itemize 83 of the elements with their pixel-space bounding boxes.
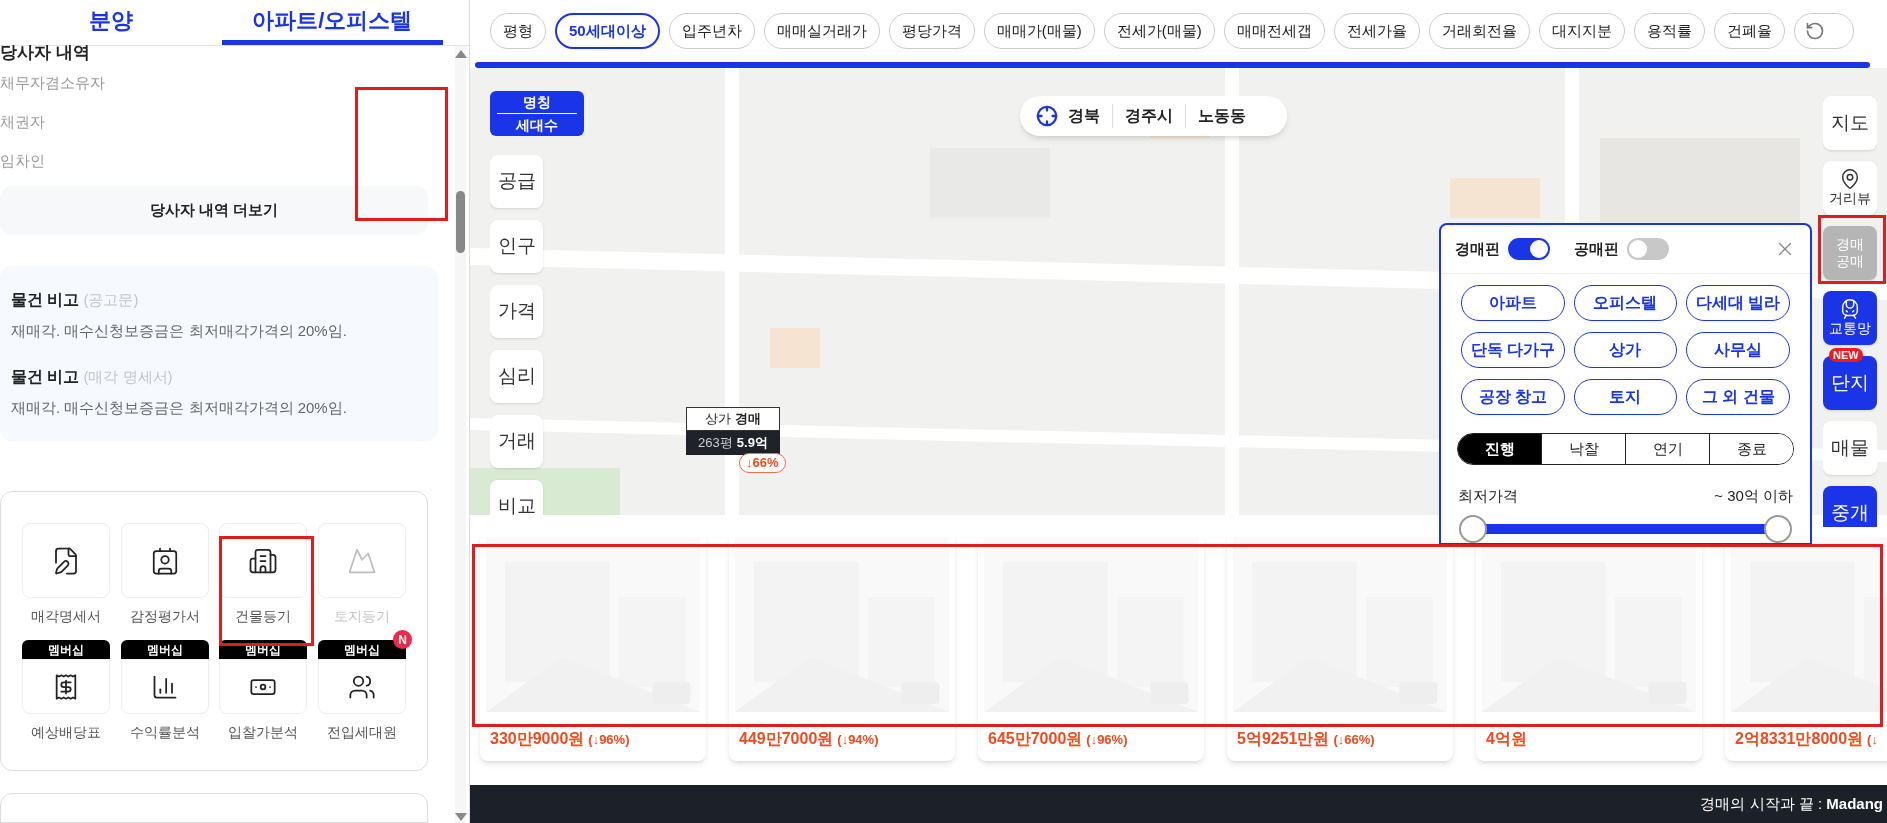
document-label: 토지등기: [334, 607, 391, 626]
toggle-label: 공매핀: [1574, 238, 1619, 259]
price-drop: (↓66%): [1333, 731, 1375, 749]
status-tab[interactable]: 진행: [1458, 434, 1541, 464]
marker-price: 263평 5.9억: [686, 431, 780, 455]
note-source: (매각 명세서): [83, 366, 173, 387]
reset-icon: [1804, 21, 1825, 41]
pin-icon: [1839, 168, 1861, 191]
listing-card[interactable]: 645만7000원 (↓96%): [978, 531, 1204, 761]
tool-tile[interactable]: [219, 659, 308, 714]
tool-tile[interactable]: [21, 659, 110, 714]
note-text: 재매각. 매수신청보증금은 최저매각가격의 20%임.: [11, 397, 347, 418]
document-label: 매각명세서: [30, 607, 101, 626]
price-reading: ~ 30억 이하: [1714, 485, 1793, 506]
layer-label: 명칭 세대수: [490, 91, 584, 136]
note-title: 물건 비고: [11, 290, 80, 310]
footer-text: 경매의 시작과 끝 : Madang: [1700, 793, 1883, 814]
tool-label: 수익률분석: [129, 723, 200, 742]
section-title: 당사자 내역: [0, 43, 91, 63]
map-side-button[interactable]: 매물: [1823, 421, 1877, 475]
marker-type: 상가 경매: [686, 407, 780, 431]
layer-button[interactable]: 가격: [490, 285, 543, 338]
tool-label: 입찰가분석: [228, 723, 299, 742]
more-parties-button[interactable]: 당사자 내역 더보기: [0, 186, 428, 235]
note-text: 재매각. 매수신청보증금은 최저매각가격의 20%임.: [11, 321, 347, 341]
document-tile[interactable]: [21, 523, 110, 598]
price-label: 최저가격: [1458, 485, 1518, 506]
listing-card[interactable]: 2억8331만8000원 (↓: [1725, 531, 1887, 761]
layer-button[interactable]: 심리: [490, 350, 543, 403]
location-icon: [1036, 105, 1058, 127]
toggle-label: 경매핀: [1455, 238, 1500, 259]
party-label: 채무자겸소유자: [0, 73, 105, 93]
new-label: NEW: [1829, 348, 1863, 362]
filter-chip[interactable]: 50세대이상: [555, 13, 660, 49]
region-label: 경주시: [1112, 104, 1185, 128]
drop-badge: ↓66%: [739, 453, 786, 473]
price-drop: (↓94%): [837, 731, 879, 749]
listing-card[interactable]: 449만7000원 (↓94%): [729, 531, 955, 761]
tool-label: 예상배당표: [30, 723, 101, 742]
document-tile[interactable]: [219, 523, 308, 598]
tool-tile[interactable]: [120, 659, 209, 714]
document-tile[interactable]: [318, 523, 407, 598]
region-label: 경북: [1067, 106, 1101, 126]
toggle-switch[interactable]: [1627, 238, 1669, 261]
listing-price: 645만7000원: [988, 729, 1083, 749]
map-side-button[interactable]: 교통망: [1823, 291, 1877, 345]
map-side-button[interactable]: 중개: [1823, 486, 1877, 527]
tab[interactable]: 아파트/오피스텔: [221, 0, 443, 45]
layer-button[interactable]: 거래: [490, 415, 543, 468]
party-label: 채권자: [0, 112, 45, 132]
status-tab[interactable]: 종료: [1709, 434, 1793, 464]
document-label: 건물등기: [235, 607, 292, 626]
map-side-button[interactable]: 거리뷰: [1823, 161, 1877, 215]
listing-price: 5억9251만원: [1237, 729, 1330, 749]
listing-price: 330만9000원: [490, 729, 585, 749]
layer-button[interactable]: 비교: [490, 480, 543, 515]
layer-button[interactable]: 인구: [490, 220, 543, 273]
tool-tile[interactable]: [318, 659, 407, 714]
train-icon: [1839, 298, 1861, 321]
membership-badge: 멤버십: [21, 640, 110, 659]
party-label: 임차인: [0, 151, 45, 171]
listing-card[interactable]: 5억9251만원 (↓66%): [1227, 531, 1453, 761]
price-drop: (↓: [1867, 731, 1878, 749]
map-side-button[interactable]: 지도: [1823, 96, 1877, 150]
listing-price: 449만7000원: [739, 729, 834, 749]
document-tile[interactable]: [120, 523, 209, 598]
region-label: 노동동: [1185, 104, 1258, 128]
price-drop: (↓96%): [588, 731, 630, 749]
membership-badge: 멤버십: [120, 640, 209, 659]
toggle-switch[interactable]: [1508, 238, 1550, 261]
note-source: (공고문): [83, 290, 139, 310]
document-label: 감정평가서: [129, 607, 200, 626]
highlight-frame: [1818, 215, 1886, 284]
note-title: 물건 비고: [11, 366, 80, 387]
listing-price: 2억8331만8000원: [1735, 729, 1864, 749]
listing-price: 4억원: [1486, 729, 1527, 749]
tab[interactable]: 분양: [0, 0, 222, 45]
layer-button[interactable]: 공급: [490, 155, 543, 208]
region-selector[interactable]: 경북 경주시 노동동: [1020, 96, 1287, 136]
listing-card[interactable]: 330만9000원 (↓96%): [480, 531, 706, 761]
tool-label: 전입세대원: [327, 723, 398, 742]
price-slider[interactable]: [1459, 515, 1792, 543]
price-drop: (↓96%): [1086, 731, 1128, 749]
